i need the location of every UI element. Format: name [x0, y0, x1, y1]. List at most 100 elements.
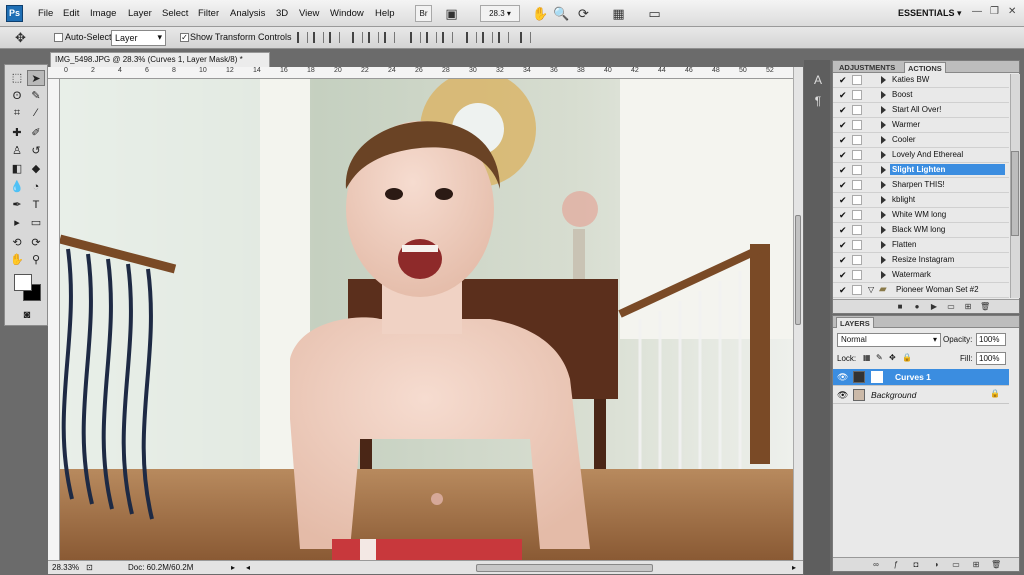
auto-select-checkbox[interactable]: [54, 33, 63, 42]
action-item[interactable]: ✔ Boost: [833, 88, 1009, 103]
action-item[interactable]: ✔ Resize Instagram: [833, 253, 1009, 268]
fill-input[interactable]: 100%: [976, 352, 1006, 365]
checkmark-icon[interactable]: ✔: [839, 76, 848, 85]
stop-icon[interactable]: ■: [895, 302, 905, 312]
align-horizontal-center-icon[interactable]: [368, 32, 379, 43]
checkmark-icon[interactable]: ✔: [839, 136, 848, 145]
layer-row-curves[interactable]: 👁 Curves 1: [833, 369, 1009, 386]
new-layer-icon[interactable]: ⊞: [971, 560, 981, 570]
action-item[interactable]: ✔ Black WM long: [833, 223, 1009, 238]
menu-view[interactable]: View: [299, 8, 319, 19]
paint-bucket-tool-icon[interactable]: ◆: [27, 161, 45, 177]
action-item[interactable]: ✔ Cooler: [833, 133, 1009, 148]
lock-all-icon[interactable]: 🔒: [902, 353, 912, 362]
close-icon[interactable]: ✕: [1008, 6, 1016, 17]
move-tool-icon[interactable]: ➤: [27, 70, 45, 86]
checkmark-icon[interactable]: ✔: [839, 286, 848, 295]
align-bottom-icon[interactable]: [329, 32, 340, 43]
restore-icon[interactable]: ❐: [990, 6, 999, 17]
play-icon[interactable]: ▶: [929, 302, 939, 312]
delete-icon[interactable]: 🗑: [980, 302, 990, 312]
type-tool-icon[interactable]: T: [27, 197, 45, 213]
show-transform-checkbox[interactable]: ✓: [180, 33, 189, 42]
clone-stamp-tool-icon[interactable]: ♙: [8, 143, 26, 159]
action-item[interactable]: ✔ Flatten: [833, 238, 1009, 253]
checkmark-icon[interactable]: ✔: [839, 196, 848, 205]
path-selection-tool-icon[interactable]: ▸: [8, 215, 26, 231]
expand-triangle-icon[interactable]: [881, 91, 886, 99]
record-icon[interactable]: ●: [912, 302, 922, 312]
paragraph-panel-icon[interactable]: ¶: [811, 93, 825, 109]
dialog-toggle-box[interactable]: [852, 225, 862, 235]
quick-select-tool-icon[interactable]: ✎: [27, 88, 45, 104]
character-panel-icon[interactable]: A: [811, 72, 825, 88]
lock-transparency-icon[interactable]: ▦: [863, 353, 871, 362]
menu-filter[interactable]: Filter: [198, 8, 219, 19]
dialog-toggle-box[interactable]: [852, 285, 862, 295]
dialog-toggle-box[interactable]: [852, 150, 862, 160]
shape-tool-icon[interactable]: ▭: [27, 215, 45, 231]
marquee-tool-icon[interactable]: ⬚: [8, 70, 26, 86]
action-item[interactable]: ✔ White WM long: [833, 208, 1009, 223]
expand-triangle-icon[interactable]: [881, 136, 886, 144]
expand-triangle-icon[interactable]: [881, 76, 886, 84]
dialog-toggle-box[interactable]: [852, 165, 862, 175]
dialog-toggle-box[interactable]: [852, 105, 862, 115]
checkmark-icon[interactable]: ✔: [839, 151, 848, 160]
scroll-left-icon[interactable]: ◂: [246, 563, 250, 572]
checkmark-icon[interactable]: ✔: [839, 226, 848, 235]
dialog-toggle-box[interactable]: [852, 90, 862, 100]
dialog-toggle-box[interactable]: [852, 195, 862, 205]
hand-tool-icon[interactable]: ✋: [532, 5, 549, 22]
action-item[interactable]: ✔ Watermark: [833, 268, 1009, 283]
brush-tool-icon[interactable]: ✐: [27, 125, 45, 141]
expand-triangle-icon[interactable]: [881, 196, 886, 204]
blend-mode-select[interactable]: Normal ▾: [837, 333, 941, 347]
tab-adjustments[interactable]: ADJUSTMENTS: [836, 62, 898, 73]
checkmark-icon[interactable]: ✔: [839, 106, 848, 115]
screen-mode-icon[interactable]: ▭: [646, 5, 663, 22]
lock-position-icon[interactable]: ✥: [889, 353, 896, 362]
checkmark-icon[interactable]: ✔: [839, 121, 848, 130]
expand-triangle-icon[interactable]: [881, 211, 886, 219]
bridge-button[interactable]: Br: [415, 5, 432, 22]
checkmark-icon[interactable]: ✔: [839, 166, 848, 175]
quick-mask-icon[interactable]: ◙: [18, 307, 36, 323]
checkmark-icon[interactable]: ✔: [839, 181, 848, 190]
dialog-toggle-box[interactable]: [852, 120, 862, 130]
expand-triangle-icon[interactable]: [881, 241, 886, 249]
horizontal-scroll-thumb[interactable]: [476, 564, 653, 572]
dialog-toggle-box[interactable]: [852, 255, 862, 265]
move-tool-preset-icon[interactable]: ✥: [12, 29, 29, 46]
auto-align-layers-icon[interactable]: [520, 32, 531, 43]
action-item[interactable]: ✔ Start All Over!: [833, 103, 1009, 118]
dialog-toggle-box[interactable]: [852, 240, 862, 250]
distribute-right-icon[interactable]: [498, 32, 509, 43]
dodge-tool-icon[interactable]: ◔: [27, 179, 45, 195]
menu-edit[interactable]: Edit: [63, 8, 79, 19]
scroll-right-icon[interactable]: ▸: [792, 563, 796, 572]
checkmark-icon[interactable]: ✔: [839, 256, 848, 265]
dialog-toggle-box[interactable]: [852, 180, 862, 190]
auto-select-target-select[interactable]: Layer ▾: [111, 30, 166, 46]
layer-style-icon[interactable]: ƒ: [891, 560, 901, 570]
align-left-icon[interactable]: [352, 32, 363, 43]
opacity-input[interactable]: 100%: [976, 333, 1006, 346]
distribute-hcenter-icon[interactable]: [482, 32, 493, 43]
checkmark-icon[interactable]: ✔: [839, 91, 848, 100]
distribute-bottom-icon[interactable]: [442, 32, 453, 43]
foreground-color-swatch[interactable]: [14, 274, 32, 291]
action-item[interactable]: ✔ Sharpen THIS!: [833, 178, 1009, 193]
visibility-eye-icon[interactable]: 👁: [837, 372, 848, 383]
zoom-tool-icon[interactable]: ⚲: [27, 252, 45, 268]
adjustment-layer-icon[interactable]: ◑: [931, 560, 941, 570]
minimize-icon[interactable]: —: [972, 6, 982, 17]
menu-layer[interactable]: Layer: [128, 8, 152, 19]
dialog-toggle-box[interactable]: [852, 210, 862, 220]
image-canvas[interactable]: [60, 79, 793, 560]
dialog-toggle-box[interactable]: [852, 135, 862, 145]
align-top-icon[interactable]: [297, 32, 308, 43]
add-mask-icon[interactable]: ◘: [911, 560, 921, 570]
menu-select[interactable]: Select: [162, 8, 188, 19]
expand-triangle-icon[interactable]: [881, 181, 886, 189]
